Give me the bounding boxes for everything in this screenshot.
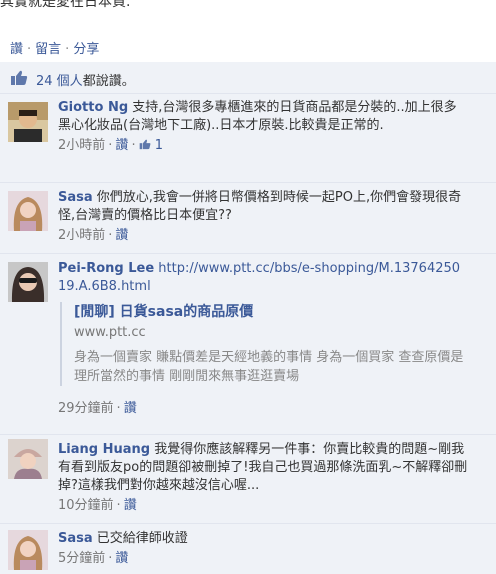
thumbs-up-icon [10,70,28,90]
likes-row: 24 個人都說讚。 [0,62,496,94]
likes-summary: 24 個人都說讚。 [36,70,135,89]
comment-time[interactable]: 2小時前 [58,138,105,153]
comment-like-link[interactable]: 讚 [124,401,137,416]
comment-link[interactable]: 留言 [35,42,61,57]
separator-dot: · [27,42,32,57]
post-actions: 讚 · 留言 · 分享 [10,38,99,57]
avatar[interactable] [8,191,48,231]
comment-text: 你們放心,我會一併將日幣價格到時候一起PO上,你們會發現很奇怪,台灣賣的價格比日… [58,190,462,223]
comment-meta: 2小時前 · 讚 [58,227,468,245]
thumbs-up-icon [139,139,150,150]
comment-author[interactable]: Sasa [58,190,93,205]
post-text-truncated: 其實就是愛在日本買. [0,0,131,10]
comment-item: Sasa 已交給律師收證 5分鐘前 · 讚 [0,524,496,574]
comment-like-link[interactable]: 讚 [115,551,128,566]
share-link[interactable]: 分享 [73,42,99,57]
comment-item: Sasa 你們放心,我會一併將日幣價格到時候一起PO上,你們會發現很奇怪,台灣賣… [0,183,496,254]
separator-dot: · [108,228,113,243]
comment-meta: 5分鐘前 · 讚 [58,550,468,568]
separator-dot: · [116,401,121,416]
shared-link-description: 身為一個賣家 賺點價差是天經地義的事情 身為一個買家 查查原價是理所當然的事情 … [74,350,464,384]
comment-like-link[interactable]: 讚 [115,138,128,153]
avatar[interactable] [8,102,48,142]
avatar[interactable] [8,439,48,479]
comment-author[interactable]: Pei-Rong Lee [58,261,154,276]
separator-dot: · [108,551,113,566]
comment-author[interactable]: Giotto Ng [58,100,128,115]
comment-author[interactable]: Sasa [58,531,93,546]
like-link[interactable]: 讚 [10,42,23,57]
separator-dot: · [108,138,113,153]
shared-link-preview: [閒聊] 日貨sasa的商品原價 www.ptt.cc 身為一個賣家 賺點價差是… [60,302,464,386]
shared-link-title[interactable]: [閒聊] 日貨sasa的商品原價 [74,302,464,322]
feedback-panel: 24 個人都說讚。 Giotto Ng 支持,台灣很多專櫃進來的日貨商品都是分裝… [0,62,496,574]
comment-like-link[interactable]: 讚 [124,498,137,513]
comment-time[interactable]: 5分鐘前 [58,551,105,566]
avatar[interactable] [8,530,48,570]
likes-suffix: 都說讚。 [82,74,135,89]
avatar[interactable] [8,262,48,302]
comment-like-count[interactable]: 1 [139,138,163,153]
shared-link-domain: www.ptt.cc [74,325,146,340]
likes-count-link[interactable]: 24 個人 [36,74,83,89]
comment-time[interactable]: 10分鐘前 [58,498,114,513]
separator-dot: · [65,42,70,57]
separator-dot: · [116,498,121,513]
comment-meta: 29分鐘前 · 讚 [58,400,468,418]
comment-text: 已交給律師收證 [96,531,188,546]
comment-item: Giotto Ng 支持,台灣很多專櫃進來的日貨商品都是分裝的..加上很多黑心化… [0,93,496,183]
comment-time[interactable]: 29分鐘前 [58,401,114,416]
separator-dot: · [131,138,136,153]
comment-meta: 2小時前 · 讚 · 1 [58,137,468,155]
comment-author[interactable]: Liang Huang [58,442,150,457]
comment-meta: 10分鐘前 · 讚 [58,497,468,515]
comment-item: Liang Huang 我覺得你應該解釋另一件事：你賣比較貴的問題~剛我有看到版… [0,435,496,524]
comment-item: Pei-Rong Lee http://www.ptt.cc/bbs/e-sho… [0,254,496,435]
comment-time[interactable]: 2小時前 [58,228,105,243]
comment-like-link[interactable]: 讚 [115,228,128,243]
